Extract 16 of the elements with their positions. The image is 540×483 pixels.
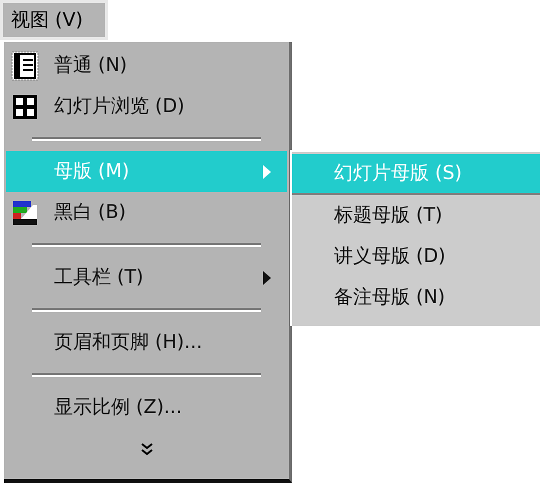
submenu-arrow-icon — [263, 164, 271, 178]
menu-item[interactable]: 黑白 (B) — [6, 192, 287, 233]
menu-item[interactable]: 工具栏 (T) — [6, 257, 287, 298]
menu-item[interactable]: 显示比例 (Z)... — [6, 387, 287, 428]
submenu-arrow-icon — [263, 270, 271, 284]
menu-item[interactable]: 幻灯片浏览 (D) — [6, 86, 287, 127]
menu-bar-item[interactable]: 视图 (V) — [0, 0, 108, 40]
color-bars-icon — [11, 198, 39, 226]
grid-icon — [11, 92, 39, 120]
menu-item[interactable]: 普通 (N) — [6, 45, 287, 86]
submenu-item[interactable]: 标题母版 (T) — [292, 195, 540, 236]
menu-item[interactable]: 页眉和页脚 (H)... — [6, 322, 287, 363]
double-chevron-icon[interactable] — [140, 443, 152, 457]
normal-view-icon — [11, 50, 39, 80]
submenu-item[interactable]: 备注母版 (N) — [292, 277, 540, 318]
submenu-item[interactable]: 讲义母版 (D) — [292, 236, 540, 277]
